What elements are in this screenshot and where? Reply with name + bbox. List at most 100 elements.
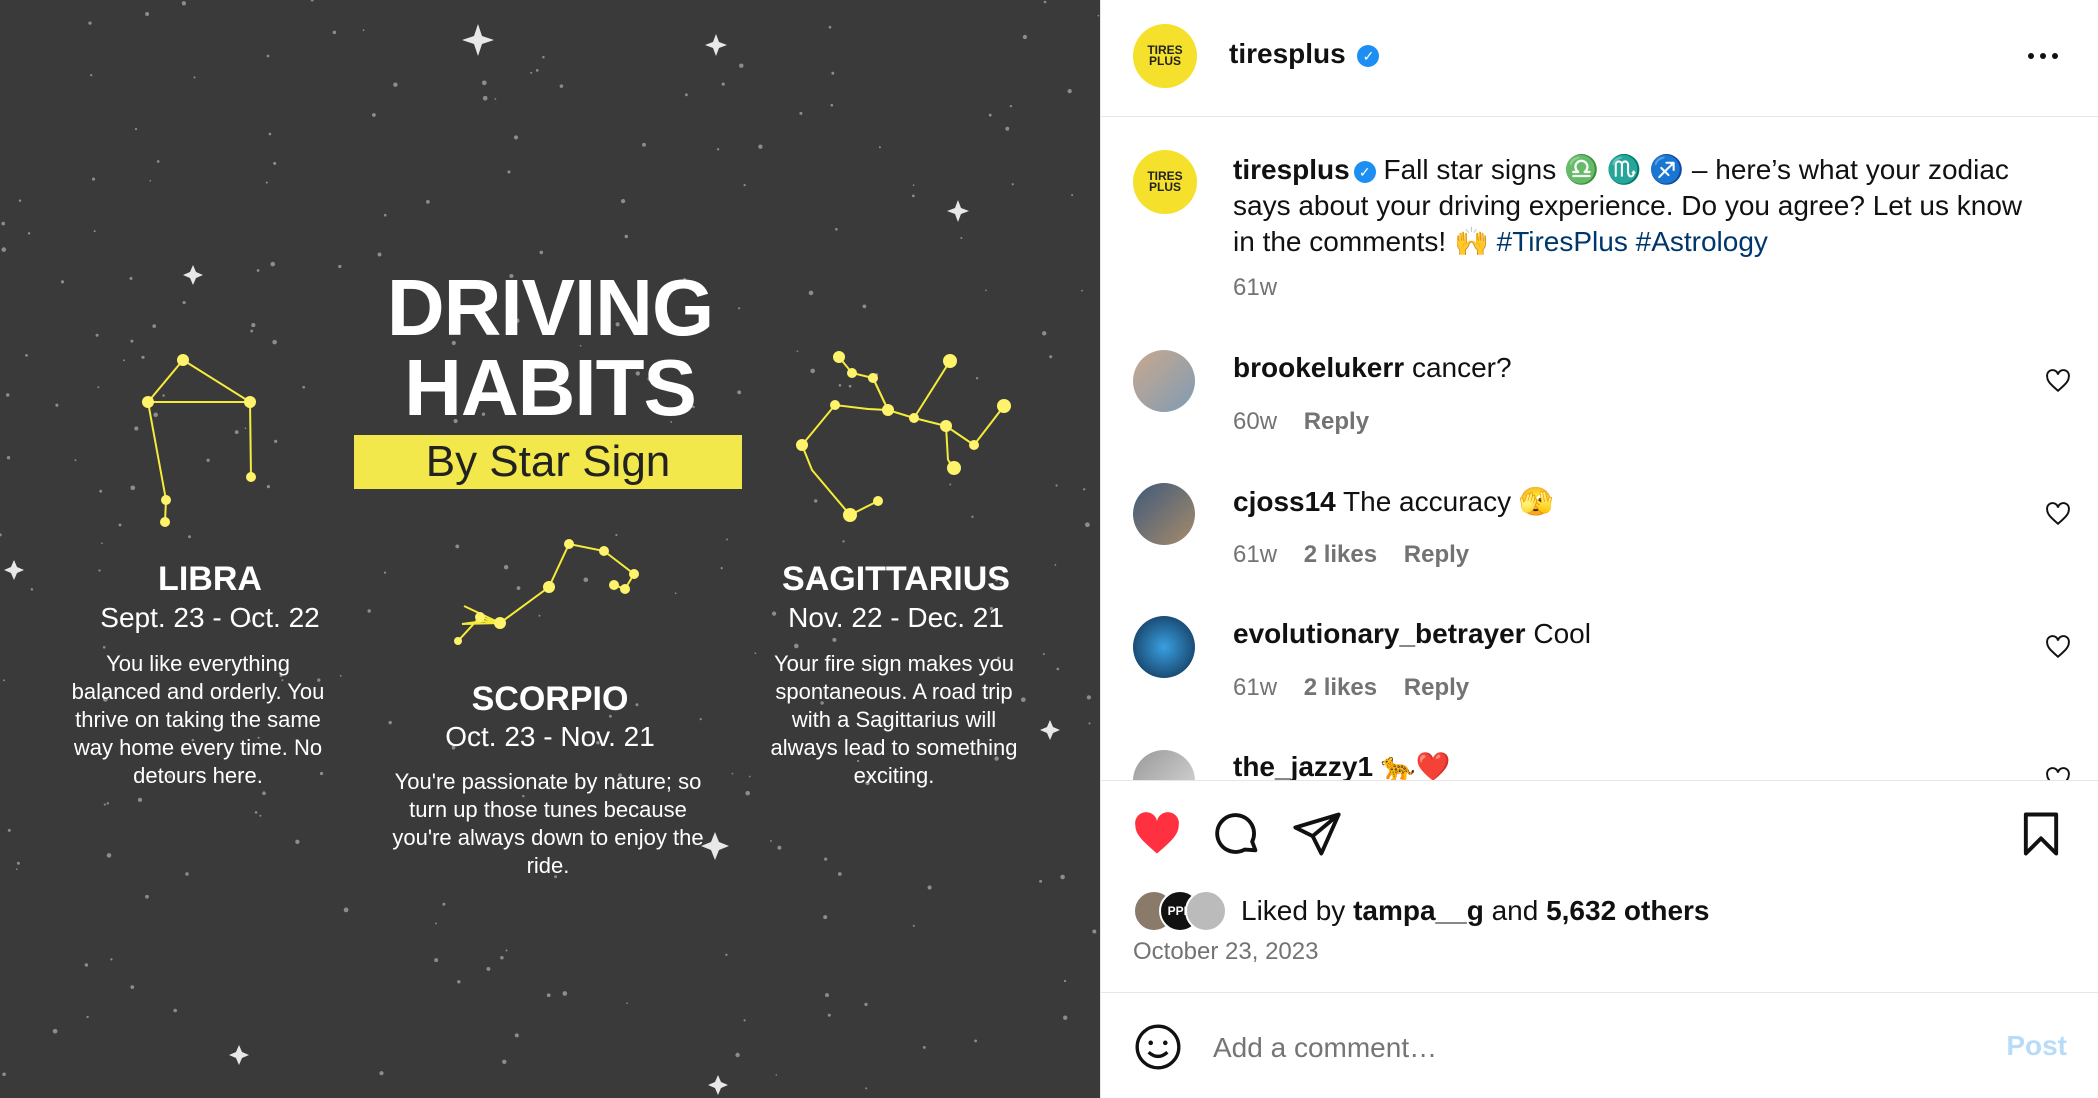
header-divider xyxy=(1101,116,2098,117)
star-dot xyxy=(535,69,539,72)
comment-3: evolutionary_betrayer Cool xyxy=(1233,618,1591,650)
star-dot xyxy=(878,146,881,149)
comment-text: 🐆❤️ xyxy=(1380,751,1451,780)
star-dot xyxy=(539,250,544,255)
header-avatar[interactable]: TIRES PLUS xyxy=(1133,24,1197,88)
star-dot xyxy=(141,355,145,359)
liker-avatars[interactable]: PPK xyxy=(1133,890,1233,932)
comment-time: 61w xyxy=(1233,674,1278,701)
star-dot xyxy=(383,571,387,574)
sagittarius-description: Your fire sign makes you spontaneous. A … xyxy=(770,651,1018,788)
caption-username[interactable]: tiresplus xyxy=(1233,154,1350,185)
star-dot xyxy=(55,403,59,407)
bookmark-icon[interactable] xyxy=(2015,808,2067,860)
star-dot xyxy=(743,1019,746,1022)
star-dot xyxy=(825,993,829,998)
star-dot xyxy=(383,213,387,217)
comment-likes[interactable]: 2 likes xyxy=(1304,541,1377,568)
star-dot xyxy=(234,430,239,434)
actions-divider xyxy=(1101,780,2098,781)
star-dot xyxy=(626,1002,628,1005)
more-horizontal-icon[interactable] xyxy=(2023,36,2063,76)
paper-plane-icon[interactable] xyxy=(1291,808,1343,860)
comment-username[interactable]: brookelukerr xyxy=(1233,352,1404,383)
star-dot xyxy=(494,98,497,100)
star-dot xyxy=(1092,929,1097,934)
star-dot xyxy=(134,426,139,431)
like-comment-heart-icon[interactable] xyxy=(2045,501,2071,527)
star-dot xyxy=(295,839,300,844)
post-comment-button[interactable]: Post xyxy=(2006,1030,2067,1062)
star-dot xyxy=(270,261,276,267)
star-dot xyxy=(377,252,382,257)
comment-username[interactable]: cjoss14 xyxy=(1233,486,1336,517)
heart-filled-icon[interactable] xyxy=(1131,808,1183,860)
star-dot xyxy=(1049,355,1053,359)
star-dot xyxy=(1063,979,1067,983)
star-dot xyxy=(1085,522,1090,528)
star-dot xyxy=(206,458,210,462)
caption-hashtags[interactable]: #TiresPlus #Astrology xyxy=(1497,226,1768,257)
star-dot xyxy=(832,637,837,642)
caption-time: 61w xyxy=(1233,274,1278,301)
star-dot xyxy=(129,276,133,280)
star-dot xyxy=(137,797,143,803)
star-dot xyxy=(502,1059,507,1065)
star-dot xyxy=(130,339,134,343)
liked-by-others[interactable]: 5,632 others xyxy=(1546,895,1709,926)
star-dot xyxy=(1005,126,1010,131)
avatar-the-jazzy1[interactable] xyxy=(1133,750,1195,780)
star-dot xyxy=(546,993,551,998)
star-dot xyxy=(362,29,365,32)
scorpio-description: You're passionate by nature; so turn up … xyxy=(392,769,704,878)
verified-badge-icon: ✓ xyxy=(1353,160,1376,183)
avatar-evolutionary-betrayer[interactable] xyxy=(1133,616,1195,678)
star-dot xyxy=(18,199,22,202)
star-dot xyxy=(769,839,772,842)
comment-time: 61w xyxy=(1233,541,1278,568)
star-dot xyxy=(988,113,992,117)
reply-button[interactable]: Reply xyxy=(1404,674,1469,701)
avatar-cjoss14[interactable] xyxy=(1133,483,1195,545)
add-comment-input[interactable] xyxy=(1211,1026,1915,1070)
comment-username[interactable]: evolutionary_betrayer xyxy=(1233,618,1526,649)
star-dot xyxy=(985,289,987,292)
star-dot xyxy=(642,142,646,147)
star-dot xyxy=(265,181,268,184)
star-dot xyxy=(2,1072,6,1077)
smiley-icon[interactable] xyxy=(1133,1022,1183,1072)
reply-button[interactable]: Reply xyxy=(1304,408,1369,435)
caption-avatar[interactable]: TIRES PLUS xyxy=(1133,150,1197,214)
comment-likes[interactable]: 2 likes xyxy=(1304,674,1377,701)
like-comment-heart-icon[interactable] xyxy=(2045,368,2071,394)
star-dot xyxy=(810,368,815,374)
star-dot xyxy=(173,1008,177,1013)
star-dot xyxy=(268,132,272,136)
scorpio-dates: Oct. 23 - Nov. 21 xyxy=(445,721,655,752)
comment-username[interactable]: the_jazzy1 xyxy=(1233,751,1373,780)
star-dot xyxy=(1011,183,1014,186)
star-dot xyxy=(848,384,852,388)
comment-icon[interactable] xyxy=(1211,808,1263,860)
star-dot xyxy=(912,924,915,927)
star-dot xyxy=(862,304,867,309)
image-subtitle: By Star Sign xyxy=(354,435,742,489)
star-dot xyxy=(615,533,618,537)
star-dot xyxy=(273,161,277,165)
like-comment-heart-icon[interactable] xyxy=(2045,766,2071,780)
reply-button[interactable]: Reply xyxy=(1404,541,1469,568)
header-username[interactable]: tiresplus xyxy=(1229,38,1346,69)
liked-by-user[interactable]: tampa__g xyxy=(1353,895,1484,926)
star-dot xyxy=(86,1015,89,1019)
star-dot xyxy=(1,247,7,252)
star-dot xyxy=(162,394,165,397)
star-dot xyxy=(1081,289,1083,292)
star-dot xyxy=(1022,34,1028,40)
star-dot xyxy=(1086,695,1092,700)
star-dot xyxy=(1043,0,1047,4)
avatar-brookelukerr[interactable] xyxy=(1133,350,1195,412)
star-dot xyxy=(864,1002,868,1007)
like-comment-heart-icon[interactable] xyxy=(2045,634,2071,660)
star-dot xyxy=(256,269,260,272)
comment-1: brookelukerr cancer? xyxy=(1233,352,1512,384)
